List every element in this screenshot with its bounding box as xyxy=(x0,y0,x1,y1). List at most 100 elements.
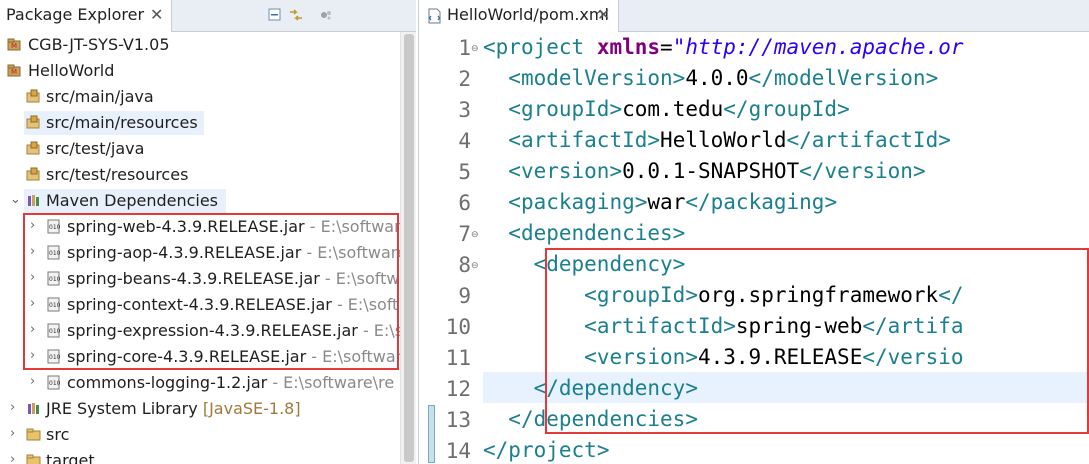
folder-icon xyxy=(26,428,41,441)
collapsed-chevron-icon[interactable]: › xyxy=(10,427,20,441)
jar-name: spring-web-4.3.9.RELEASE.jar xyxy=(67,217,305,236)
collapsed-chevron-icon[interactable]: › xyxy=(10,401,20,415)
editor-tab-title: HelloWorld/pom.xml xyxy=(447,5,609,24)
line-number: 5 xyxy=(458,160,471,184)
collapsed-chevron-icon[interactable]: › xyxy=(30,271,40,285)
collapse-all-icon[interactable] xyxy=(266,6,284,24)
tree-item-jar[interactable]: › 010 spring-web-4.3.9.RELEASE.jar - E:\… xyxy=(0,214,400,240)
svg-text:010: 010 xyxy=(49,302,61,309)
xml-tag: version xyxy=(824,159,913,183)
package-folder-icon xyxy=(26,115,40,129)
tree-item-project[interactable]: M HelloWorld xyxy=(0,58,400,84)
jar-icon: 010 xyxy=(47,219,61,234)
collapsed-chevron-icon[interactable]: › xyxy=(30,245,40,259)
xml-editor: HelloWorld/pom.xml ✕ 1 ⊖ 2 3 4 5 6 7 ⊖ 8… xyxy=(418,0,1089,464)
link-with-editor-icon[interactable] xyxy=(287,6,305,24)
jar-icon: 010 xyxy=(47,271,61,286)
jar-name: commons-logging-1.2.jar xyxy=(67,373,268,392)
xml-tag: artifactId xyxy=(811,128,939,152)
line-number-gutter: 1 ⊖ 2 3 4 5 6 7 ⊖ 8 ⊖ 9 10 11 12 13 14 xyxy=(419,32,483,464)
collapsed-chevron-icon[interactable]: › xyxy=(30,219,40,233)
tree-item-jre-library[interactable]: › JRE System Library [JavaSE-1.8] xyxy=(0,396,400,422)
editor-tabbar: HelloWorld/pom.xml ✕ xyxy=(419,0,1089,32)
tree-item-jar[interactable]: › 010 commons-logging-1.2.jar - E:\softw… xyxy=(0,370,400,396)
fold-icon[interactable]: ⊖ xyxy=(471,44,479,54)
code-line: <version>0.0.1-SNAPSHOT</version> xyxy=(508,159,926,183)
tree-item-jar[interactable]: › 010 spring-beans-4.3.9.RELEASE.jar - E… xyxy=(0,266,400,292)
svg-text:010: 010 xyxy=(49,354,61,361)
tree-item-label: src xyxy=(46,425,70,444)
xml-tag: groupId xyxy=(596,283,686,307)
line-number: 8 xyxy=(458,253,471,277)
xml-tag: modelVersion xyxy=(773,66,926,90)
xml-text: 0.0.1-SNAPSHOT xyxy=(622,159,800,183)
xml-tag: project xyxy=(495,35,585,59)
close-icon[interactable]: ✕ xyxy=(150,5,163,24)
xml-text: 4.0.0 xyxy=(685,66,749,90)
tree-item-label: target xyxy=(46,451,95,464)
tree-item-jar[interactable]: › 010 spring-core-4.3.9.RELEASE.jar - E:… xyxy=(0,344,400,370)
tree-item-jar[interactable]: › 010 spring-aop-4.3.9.RELEASE.jar - E:\… xyxy=(0,240,400,266)
xml-tag-fragment: </versio xyxy=(862,345,964,369)
maven-project-icon: M xyxy=(7,64,21,77)
package-folder-icon xyxy=(26,89,40,103)
line-number: 10 xyxy=(445,315,471,339)
collapsed-chevron-icon[interactable]: › xyxy=(30,375,40,389)
xml-tag: dependency xyxy=(546,252,673,276)
code-area[interactable]: <project xmlns="http://maven.apache.or <… xyxy=(483,32,1089,464)
collapsed-chevron-icon[interactable]: › xyxy=(30,297,40,311)
tree-item-source-folder[interactable]: src/main/java xyxy=(0,84,400,110)
jar-path: - E:\softw xyxy=(324,269,400,288)
code-line: <artifactId>HelloWorld</artifactId> xyxy=(508,128,951,152)
package-explorer-tabbar: Package Explorer ✕ xyxy=(0,0,416,32)
tree-item-source-folder[interactable]: src/test/java xyxy=(0,136,400,162)
xml-tag: dependencies xyxy=(520,221,673,245)
xml-tag: modelVersion xyxy=(520,66,673,90)
collapsed-chevron-icon[interactable]: › xyxy=(10,453,20,464)
jar-icon: 010 xyxy=(47,349,61,364)
jar-path: - E:\software xyxy=(309,217,400,236)
collapsed-chevron-icon[interactable]: › xyxy=(30,349,40,363)
fold-icon[interactable]: ⊖ xyxy=(471,230,479,240)
xml-tag: version xyxy=(596,345,686,369)
svg-text:010: 010 xyxy=(49,224,61,231)
jar-path: - E:\soft xyxy=(336,295,399,314)
line-number: 6 xyxy=(458,191,471,215)
xml-tag-fragment: </artifa xyxy=(862,314,964,338)
jar-path: - E:\s xyxy=(362,321,400,340)
package-explorer-scrollbar[interactable] xyxy=(400,32,416,464)
line-number: 9 xyxy=(458,284,471,308)
scrollbar-thumb[interactable] xyxy=(404,34,414,462)
package-explorer-tab[interactable]: Package Explorer ✕ xyxy=(0,0,172,32)
xml-text: HelloWorld xyxy=(660,128,787,152)
editor-tab-pom[interactable]: HelloWorld/pom.xml ✕ xyxy=(419,0,619,32)
code-line: <groupId>com.tedu</groupId> xyxy=(508,97,850,121)
view-menu-icon[interactable] xyxy=(318,6,336,24)
tree-item-folder[interactable]: › target xyxy=(0,448,400,464)
tree-item-project[interactable]: M CGB-JT-SYS-V1.05 xyxy=(0,32,400,58)
xml-text: 4.3.9.RELEASE xyxy=(697,345,863,369)
package-folder-icon xyxy=(26,167,40,181)
line-number: 12 xyxy=(445,377,471,401)
tree-item-source-folder[interactable]: src/main/resources xyxy=(0,110,400,136)
tree-item-jar[interactable]: › 010 spring-context-4.3.9.RELEASE.jar -… xyxy=(0,292,400,318)
tree-item-label: Maven Dependencies xyxy=(46,191,219,210)
jar-icon: 010 xyxy=(47,297,61,312)
tree-item-folder[interactable]: › src xyxy=(0,422,400,448)
xml-text: war xyxy=(647,190,686,214)
jre-version: [JavaSE-1.8] xyxy=(202,399,301,418)
close-icon[interactable]: ✕ xyxy=(597,5,610,24)
jar-name: spring-expression-4.3.9.RELEASE.jar xyxy=(67,321,358,340)
collapsed-chevron-icon[interactable]: › xyxy=(30,323,40,337)
xml-tag-fragment: </ xyxy=(938,283,964,307)
tree-item-jar[interactable]: › 010 spring-expression-4.3.9.RELEASE.ja… xyxy=(0,318,400,344)
tree-item-maven-dependencies[interactable]: ⌄ Maven Dependencies xyxy=(0,188,400,214)
tree-item-label: src/test/resources xyxy=(46,165,189,184)
tree-item-label: src/test/java xyxy=(46,139,145,158)
fold-icon[interactable]: ⊖ xyxy=(471,261,479,271)
tree-item-label: CGB-JT-SYS-V1.05 xyxy=(28,35,170,54)
line-number: 14 xyxy=(445,439,471,463)
tree-item-source-folder[interactable]: src/test/resources xyxy=(0,162,400,188)
expanded-chevron-icon[interactable]: ⌄ xyxy=(10,193,21,207)
line-number: 11 xyxy=(445,346,471,370)
